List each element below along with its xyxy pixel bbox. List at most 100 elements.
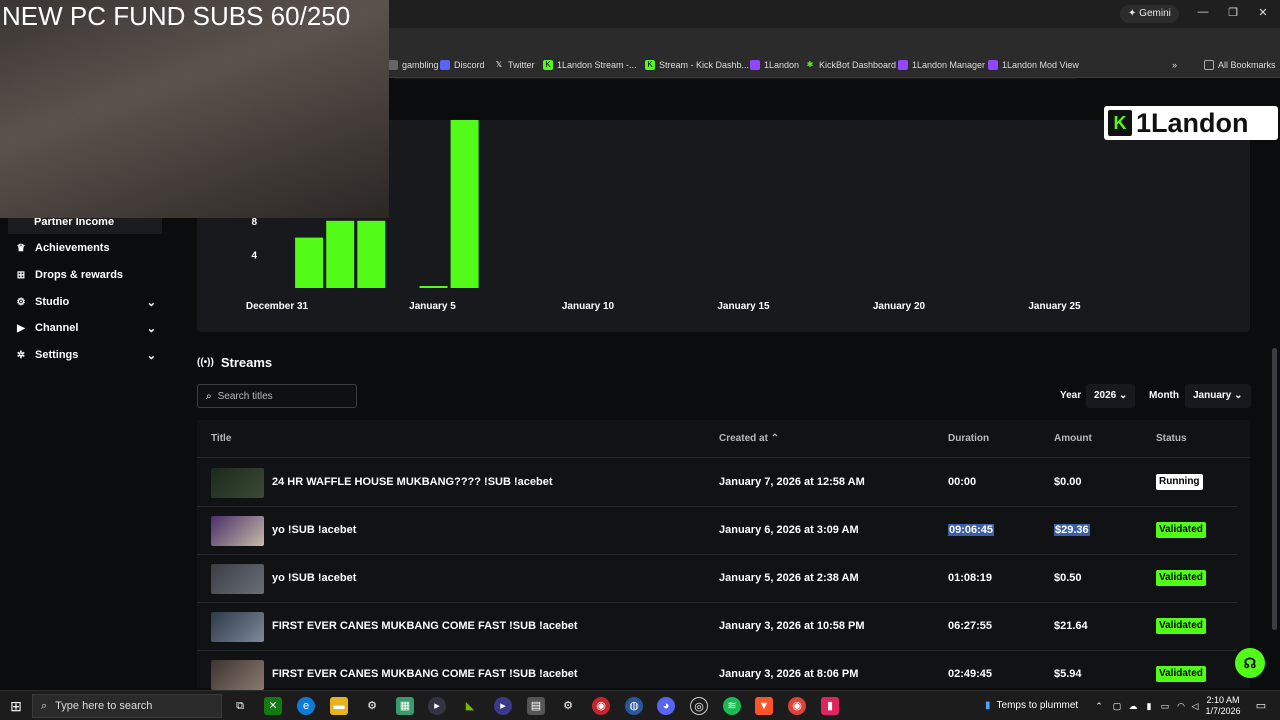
streams-table: Title Created at ⌃ Duration Amount Statu… (197, 420, 1250, 699)
table-row[interactable]: yo !SUB !acebet January 5, 2026 at 2:38 … (197, 555, 1237, 603)
bookmark-1landon-stream[interactable]: K 1Landon Stream -... (543, 60, 637, 70)
x-tick-label: January 25 (1028, 301, 1081, 312)
column-status[interactable]: Status (1156, 433, 1187, 444)
app-icon[interactable]: ▮ (821, 697, 839, 715)
minimize-icon[interactable]: — (1194, 6, 1212, 18)
y-tick-label: 4 (251, 250, 257, 261)
table-row[interactable]: yo !SUB !acebet January 6, 2026 at 3:09 … (197, 507, 1237, 555)
chart-bar[interactable] (326, 220, 355, 288)
chevron-down-icon: ⌄ (1234, 390, 1243, 401)
bookmark-discord[interactable]: Discord (440, 60, 485, 70)
obs-icon[interactable]: ◎ (690, 697, 708, 715)
app-icon[interactable]: ◉ (592, 697, 610, 715)
sidebar-item-studio[interactable]: ⚙ Studio ⌄ (14, 290, 164, 314)
weather-widget[interactable]: ▮ Temps to plummet (985, 700, 1078, 711)
xbox-icon[interactable]: ✕ (264, 697, 282, 715)
column-title[interactable]: Title (211, 433, 231, 444)
search-input[interactable] (217, 390, 338, 402)
broadcast-icon: ((•)) (197, 357, 214, 368)
search-box[interactable]: ⌕ (197, 384, 357, 408)
channel-logo: K 1Landon (1104, 106, 1278, 140)
taskbar-search[interactable]: ⌕ Type here to search (32, 694, 222, 718)
twitch-icon (988, 60, 998, 70)
stream-title[interactable]: FIRST EVER CANES MUKBANG COME FAST !SUB … (272, 668, 578, 680)
bookmark-label: All Bookmarks (1218, 60, 1276, 70)
stream-duration: 01:08:19 (948, 572, 993, 584)
windows-start-icon[interactable]: ⊞ (7, 697, 25, 715)
chevron-double-right-icon[interactable]: » (1172, 60, 1177, 70)
stream-duration: 09:06:45 (948, 524, 995, 536)
chart-bar[interactable] (357, 220, 386, 288)
sidebar-item-achievements[interactable]: ♛ Achievements (14, 236, 164, 260)
kickbot-icon: ✱ (806, 60, 814, 69)
calculator-icon[interactable]: ▤ (527, 697, 545, 715)
table-header: Title Created at ⌃ Duration Amount Statu… (197, 420, 1250, 458)
steam-icon[interactable]: ⚙ (363, 697, 381, 715)
sidebar-item-channel[interactable]: ▶ Channel ⌄ (14, 316, 164, 340)
year-select[interactable]: 2026 ⌄ (1086, 384, 1136, 408)
bookmark-1landon[interactable]: 1Landon (750, 60, 799, 70)
notification-icon[interactable]: ▭ (1252, 697, 1270, 715)
stream-title[interactable]: yo !SUB !acebet (272, 572, 356, 584)
stream-title[interactable]: FIRST EVER CANES MUKBANG COME FAST !SUB … (272, 620, 578, 632)
sidebar-item-label: Studio (35, 296, 70, 308)
stream-amount: $0.00 (1054, 476, 1082, 488)
stream-created: January 6, 2026 at 3:09 AM (719, 524, 859, 536)
player-icon[interactable]: ▸ (494, 697, 512, 715)
year-label: Year (1060, 390, 1082, 401)
clock-date: 1/7/2026 (1205, 706, 1241, 716)
stream-created: January 5, 2026 at 2:38 AM (719, 572, 859, 584)
bookmark-label: gambling (402, 60, 439, 70)
app-icon[interactable]: ▸ (428, 697, 446, 715)
chrome-icon[interactable]: ◉ (788, 697, 806, 715)
chart-bar[interactable] (450, 120, 479, 288)
month-select[interactable]: January ⌄ (1185, 384, 1251, 408)
streams-title: Streams (220, 355, 273, 370)
x-tick-label: December 31 (246, 301, 309, 312)
spotify-icon[interactable]: ≋ (723, 697, 741, 715)
clock-time: 2:10 AM (1206, 695, 1240, 705)
stream-title[interactable]: yo !SUB !acebet (272, 524, 356, 536)
store-icon[interactable]: ▦ (396, 697, 414, 715)
stream-thumbnail (211, 612, 264, 642)
clock[interactable]: 2:10 AM 1/7/2026 (1203, 695, 1243, 717)
table-row[interactable]: 24 HR WAFFLE HOUSE MUKBANG???? !SUB !ace… (197, 459, 1237, 507)
restore-icon[interactable]: ❐ (1224, 6, 1242, 19)
chevron-down-icon: ⌄ (1119, 390, 1128, 401)
chart-bar[interactable] (419, 286, 448, 288)
file-explorer-icon[interactable]: ▬ (330, 697, 348, 715)
all-bookmarks[interactable]: All Bookmarks (1204, 60, 1276, 70)
chart-bar[interactable] (295, 237, 324, 288)
sidebar-item-drops[interactable]: ⊞ Drops & rewards (14, 263, 164, 287)
webcam-overlay: NEW PC FUND SUBS 60/250 (0, 0, 389, 218)
selected-text: 09:06:45 (948, 524, 995, 536)
close-icon[interactable]: ✕ (1254, 6, 1272, 19)
chevron-up-icon[interactable]: ⌃ (1090, 697, 1108, 715)
bookmark-label: 1Landon Manager (912, 60, 986, 70)
support-button[interactable]: ☊ (1235, 648, 1265, 678)
edge-icon[interactable]: e (297, 697, 315, 715)
gemini-button[interactable]: ✦ Gemini (1120, 5, 1179, 23)
brave-icon[interactable]: ▼ (755, 697, 773, 715)
task-view-icon[interactable]: ⧉ (231, 697, 249, 715)
stream-duration: 02:49:45 (948, 668, 993, 680)
bookmark-twitter[interactable]: 𝕏 Twitter (494, 60, 535, 70)
bookmark-kickbot[interactable]: ✱ KickBot Dashboard (805, 60, 896, 70)
discord-icon[interactable]: ◕ (657, 697, 675, 715)
scrollbar[interactable] (1272, 348, 1277, 630)
bookmark-1landon-manager[interactable]: 1Landon Manager (898, 60, 985, 70)
column-duration[interactable]: Duration (948, 433, 989, 444)
bookmark-kick-dashboard[interactable]: K Stream - Kick Dashb... (645, 60, 749, 70)
sidebar-item-settings[interactable]: ✲ Settings ⌄ (14, 343, 164, 367)
app-icon[interactable]: ◍ (625, 697, 643, 715)
column-created[interactable]: Created at ⌃ (719, 433, 779, 444)
bookmark-1landon-modview[interactable]: 1Landon Mod View (988, 60, 1079, 70)
volume-icon[interactable]: ◁ (1186, 697, 1204, 715)
weather-text: Temps to plummet (996, 700, 1079, 711)
bookmark-gambling[interactable]: gambling (388, 60, 439, 70)
stream-title[interactable]: 24 HR WAFFLE HOUSE MUKBANG???? !SUB !ace… (272, 476, 553, 488)
column-amount[interactable]: Amount (1054, 433, 1092, 444)
settings-icon[interactable]: ⚙ (559, 697, 577, 715)
nvidia-icon[interactable]: ◣ (461, 697, 479, 715)
table-row[interactable]: FIRST EVER CANES MUKBANG COME FAST !SUB … (197, 603, 1237, 651)
